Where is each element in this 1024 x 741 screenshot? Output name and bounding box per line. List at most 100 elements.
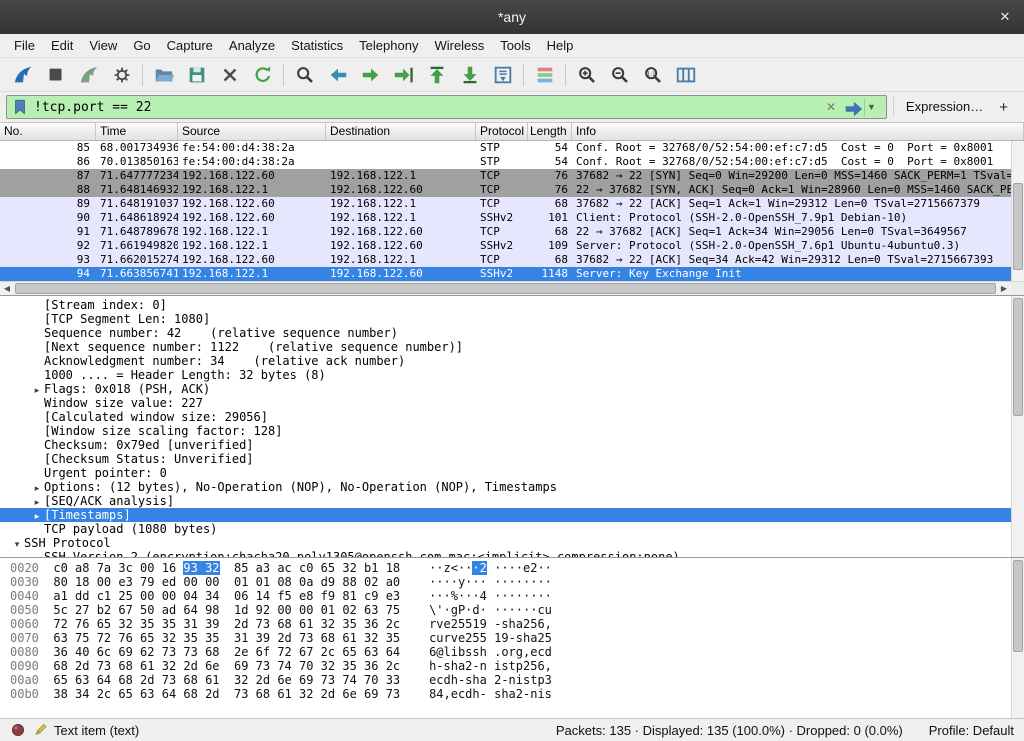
hex-row-0020[interactable]: 0020 c0 a8 7a 3c 00 16 93 32 85 a3 ac c0… [10, 561, 1024, 575]
detail-line[interactable]: [Calculated window size: 29056] [0, 410, 1024, 424]
menu-wireless[interactable]: Wireless [426, 35, 492, 56]
detail-line[interactable]: [TCP Segment Len: 1080] [0, 312, 1024, 326]
menu-go[interactable]: Go [125, 35, 158, 56]
capture-comment-pencil-icon[interactable] [32, 722, 48, 738]
menu-capture[interactable]: Capture [159, 35, 221, 56]
window-close-icon[interactable]: ✕ [995, 7, 1015, 27]
packet-list-vscrollbar[interactable] [1011, 141, 1024, 281]
menu-telephony[interactable]: Telephony [351, 35, 426, 56]
colorize-button[interactable] [528, 61, 561, 89]
expand-icon[interactable]: ▸ [30, 384, 44, 398]
profile-status[interactable]: Profile: Default [929, 723, 1014, 738]
display-filter-input[interactable] [29, 100, 820, 115]
filter-apply-icon[interactable] [842, 98, 864, 116]
packet-row-94[interactable]: 9471.663856741192.168.122.1192.168.122.6… [0, 267, 1011, 281]
detail-line[interactable]: ▸Options: (12 bytes), No-Operation (NOP)… [0, 480, 1024, 494]
capture-options-button[interactable] [105, 61, 138, 89]
packet-list-hscrollbar-thumb[interactable] [15, 283, 996, 294]
detail-vscrollbar-thumb[interactable] [1013, 298, 1023, 416]
packet-list-hscrollbar[interactable]: ◀ ▶ [0, 281, 1024, 295]
detail-line[interactable]: ▸[SEQ/ACK analysis] [0, 494, 1024, 508]
hex-vscrollbar-thumb[interactable] [1013, 560, 1023, 652]
menu-statistics[interactable]: Statistics [283, 35, 351, 56]
hex-row-0090[interactable]: 0090 68 2d 73 68 61 32 2d 6e 69 73 74 70… [10, 659, 1024, 673]
filter-clear-icon[interactable]: ✕ [820, 100, 842, 114]
packet-row-92[interactable]: 9271.661949820192.168.122.1192.168.122.6… [0, 239, 1011, 253]
hex-row-0030[interactable]: 0030 80 18 00 e3 79 ed 00 00 01 01 08 0a… [10, 575, 1024, 589]
zoom-out-button[interactable] [603, 61, 636, 89]
titlebar[interactable]: *any ✕ [0, 0, 1024, 34]
hex-vscrollbar[interactable] [1011, 558, 1024, 718]
packet-row-90[interactable]: 9071.648618924192.168.122.60192.168.122.… [0, 211, 1011, 225]
close-file-button[interactable] [213, 61, 246, 89]
packet-row-91[interactable]: 9171.648789678192.168.122.1192.168.122.6… [0, 225, 1011, 239]
hex-row-00a0[interactable]: 00a0 65 63 64 68 2d 73 68 61 32 2d 6e 69… [10, 673, 1024, 687]
detail-vscrollbar[interactable] [1011, 296, 1024, 557]
detail-line[interactable]: ▸[Timestamps] [0, 508, 1024, 522]
expand-icon[interactable]: ▸ [30, 510, 44, 524]
packet-row-85[interactable]: 8568.001734936fe:54:00:d4:38:2aSTP54Conf… [0, 141, 1011, 155]
expand-icon[interactable]: ▸ [30, 482, 44, 496]
hex-row-0080[interactable]: 0080 36 40 6c 69 62 73 73 68 2e 6f 72 67… [10, 645, 1024, 659]
auto-scroll-button[interactable] [486, 61, 519, 89]
collapse-icon[interactable]: ▾ [10, 538, 24, 552]
hex-selected-bytes[interactable]: ·2 [472, 561, 486, 575]
column-header-no[interactable]: No. [0, 123, 96, 140]
column-header-proto[interactable]: Protocol [476, 123, 528, 140]
packet-row-88[interactable]: 8871.648146932192.168.122.1192.168.122.6… [0, 183, 1011, 197]
packet-row-89[interactable]: 8971.648191037192.168.122.60192.168.122.… [0, 197, 1011, 211]
packet-row-87[interactable]: 8771.647777234192.168.122.60192.168.122.… [0, 169, 1011, 183]
display-filter-field[interactable]: ✕ ▼ [6, 95, 887, 119]
packet-list-vscrollbar-thumb[interactable] [1013, 183, 1023, 270]
menu-file[interactable]: File [6, 35, 43, 56]
capture-restart-button[interactable] [72, 61, 105, 89]
hex-selected-bytes[interactable]: 93 32 [183, 561, 219, 575]
zoom-original-button[interactable]: 1:1 [636, 61, 669, 89]
scroll-left-icon[interactable]: ◀ [0, 282, 14, 295]
filter-dropdown-icon[interactable]: ▼ [864, 98, 882, 116]
menu-help[interactable]: Help [539, 35, 582, 56]
column-header-src[interactable]: Source [178, 123, 326, 140]
find-packet-button[interactable] [288, 61, 321, 89]
bookmark-icon[interactable] [11, 98, 29, 116]
detail-line[interactable]: Acknowledgment number: 34 (relative ack … [0, 354, 1024, 368]
go-back-button[interactable] [321, 61, 354, 89]
column-header-time[interactable]: Time [96, 123, 178, 140]
hex-row-0070[interactable]: 0070 63 75 72 76 65 32 35 35 31 39 2d 73… [10, 631, 1024, 645]
go-to-bottom-button[interactable] [453, 61, 486, 89]
packet-row-86[interactable]: 8670.013850163fe:54:00:d4:38:2aSTP54Conf… [0, 155, 1011, 169]
scroll-right-icon[interactable]: ▶ [997, 282, 1011, 295]
menu-view[interactable]: View [81, 35, 125, 56]
capture-stop-button[interactable] [39, 61, 72, 89]
menu-edit[interactable]: Edit [43, 35, 81, 56]
detail-line[interactable]: 1000 .... = Header Length: 32 bytes (8) [0, 368, 1024, 382]
menu-tools[interactable]: Tools [492, 35, 538, 56]
hex-row-0060[interactable]: 0060 72 76 65 32 35 35 31 39 2d 73 68 61… [10, 617, 1024, 631]
go-to-packet-button[interactable] [387, 61, 420, 89]
go-forward-button[interactable] [354, 61, 387, 89]
detail-line[interactable]: Window size value: 227 [0, 396, 1024, 410]
expand-icon[interactable]: ▸ [30, 496, 44, 510]
detail-line[interactable]: [Next sequence number: 1122 (relative se… [0, 340, 1024, 354]
hex-row-0040[interactable]: 0040 a1 dd c1 25 00 00 04 34 06 14 f5 e8… [10, 589, 1024, 603]
detail-line[interactable]: TCP payload (1080 bytes) [0, 522, 1024, 536]
zoom-in-button[interactable] [570, 61, 603, 89]
capture-start-button[interactable] [6, 61, 39, 89]
hex-row-00b0[interactable]: 00b0 38 34 2c 65 63 64 68 2d 73 68 61 32… [10, 687, 1024, 701]
column-header-info[interactable]: Info [572, 123, 1024, 140]
detail-line[interactable]: ▾SSH Protocol [0, 536, 1024, 550]
detail-line[interactable]: Urgent pointer: 0 [0, 466, 1024, 480]
resize-columns-button[interactable] [669, 61, 702, 89]
detail-line[interactable]: SSH Version 2 (encryption:chacha20-poly1… [0, 550, 1024, 557]
packet-row-93[interactable]: 9371.662015274192.168.122.60192.168.122.… [0, 253, 1011, 267]
menu-analyze[interactable]: Analyze [221, 35, 283, 56]
column-header-len[interactable]: Length [528, 123, 572, 140]
detail-line[interactable]: ▸Flags: 0x018 (PSH, ACK) [0, 382, 1024, 396]
add-filter-button[interactable]: + [995, 99, 1018, 116]
go-to-top-button[interactable] [420, 61, 453, 89]
column-header-dst[interactable]: Destination [326, 123, 476, 140]
detail-line[interactable]: [Checksum Status: Unverified] [0, 452, 1024, 466]
open-file-button[interactable] [147, 61, 180, 89]
reload-button[interactable] [246, 61, 279, 89]
detail-line[interactable]: [Stream index: 0] [0, 298, 1024, 312]
